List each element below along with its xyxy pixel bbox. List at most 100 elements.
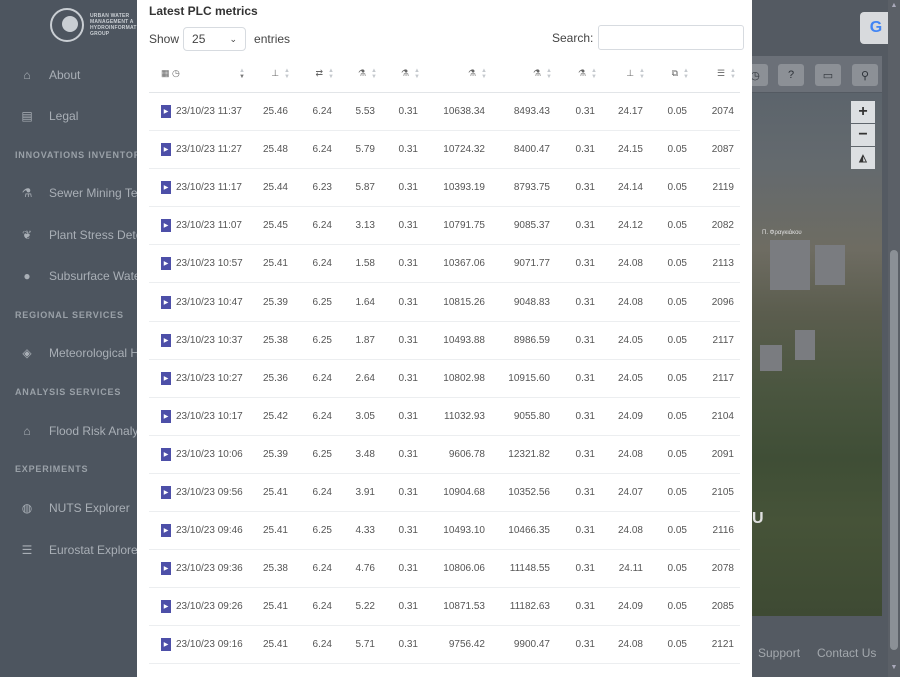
play-icon[interactable]: ▶ xyxy=(161,219,171,233)
play-icon[interactable]: ▶ xyxy=(161,485,171,499)
play-icon[interactable]: ▶ xyxy=(161,524,171,538)
database-icon: ☰ xyxy=(21,543,33,557)
sidebar-item-flood-risk[interactable]: ⌂ Flood Risk Analy xyxy=(20,424,137,438)
table-cell: 0.31 xyxy=(575,563,595,575)
table-row: ▶ 23/10/23 10:47 25.39 6.25 1.64 0.31 10815.26… xyxy=(149,283,740,322)
table-row: ▶ 23/10/23 10:27 25.36 6.24 2.64 0.31 10802.98… xyxy=(149,360,740,398)
play-icon[interactable]: ▶ xyxy=(161,143,171,157)
table-cell: 2105 xyxy=(711,486,734,498)
table-cell: 2119 xyxy=(712,182,734,194)
page-scrollbar-thumb[interactable] xyxy=(890,250,898,650)
table-cell: 0.05 xyxy=(667,563,687,575)
scroll-down-icon[interactable]: ▼ xyxy=(889,664,899,674)
column-header-flask-4[interactable]: ⚗ ▲ ▼ xyxy=(491,55,556,92)
table-cell: 3.91 xyxy=(355,486,375,498)
table-cell: 6.24 xyxy=(312,106,332,118)
sidebar-item-about[interactable]: ⌂ About xyxy=(20,68,80,82)
column-header-count[interactable]: ☰ ▲ ▼ xyxy=(693,55,740,92)
column-header-flask-3[interactable]: ⚗ ▲ ▼ xyxy=(424,55,491,92)
search-input[interactable] xyxy=(598,25,745,50)
zoom-in-button[interactable]: + xyxy=(851,101,875,123)
sidebar-item-subsurface-water[interactable]: ● Subsurface Wate xyxy=(20,269,137,283)
table-cell: 6.24 xyxy=(312,144,332,156)
sidebar-item-meteorological[interactable]: ◈ Meteorological H xyxy=(20,346,137,360)
table-cell: 0.31 xyxy=(398,372,418,384)
table-cell-timestamp: ▶ 23/10/23 11:07 xyxy=(149,219,249,233)
sidebar-section-regional: REGIONAL SERVICES xyxy=(15,310,124,320)
sidebar-item-eurostat-explorer[interactable]: ☰ Eurostat Explorer xyxy=(20,543,137,557)
help-icon[interactable]: ? xyxy=(778,64,804,86)
play-icon[interactable]: ▶ xyxy=(161,181,171,195)
compass-icon[interactable]: ◭ xyxy=(851,147,875,169)
plc-metrics-table: ▦ ◷ ▲ ▼ ⊥ ▲ ▼ ⇄ ▲ ▼ ⚗ ▲ ▼ ⚗ ▲ ▼ ⚗ ▲ ▼ ⚗ ▲ ▼ ⚗ ▲ ▼ ⊥ ▲ ▼ ⧉… xyxy=(149,55,740,665)
play-icon[interactable]: ▶ xyxy=(161,600,171,614)
zoom-out-button[interactable]: − xyxy=(851,124,875,146)
table-cell: 0.31 xyxy=(575,296,595,308)
column-header-thermometer-2[interactable]: ⊥ ▲ ▼ xyxy=(601,55,649,92)
play-icon[interactable]: ▶ xyxy=(161,409,171,423)
sidebar-section-experiments: EXPERIMENTS xyxy=(15,464,89,474)
footer-support-link[interactable]: Support xyxy=(758,646,800,660)
column-header-flask-2[interactable]: ⚗ ▲ ▼ xyxy=(381,55,424,92)
column-header-temperature[interactable]: ⊥ ▲ ▼ xyxy=(249,55,294,92)
monitor-icon[interactable]: ▭ xyxy=(815,64,841,86)
play-icon[interactable]: ▶ xyxy=(161,105,171,119)
table-cell: 0.05 xyxy=(667,372,687,384)
table-cell: 0.05 xyxy=(667,144,687,156)
table-cell: 0.31 xyxy=(575,182,595,194)
sort-icon: ▲ ▼ xyxy=(639,67,645,80)
flask-icon: ⚗ xyxy=(357,68,367,78)
scroll-up-icon[interactable]: ▲ xyxy=(889,2,899,12)
sidebar-item-label: Plant Stress Dete xyxy=(49,228,137,242)
table-cell: 10466.35 xyxy=(508,525,550,537)
table-cell: 24.12 xyxy=(617,220,643,232)
page-length-value: 25 xyxy=(192,32,206,46)
table-cell: 10806.06 xyxy=(443,563,485,575)
show-label: Show xyxy=(149,32,180,46)
table-cell: 0.31 xyxy=(398,334,418,346)
table-cell: 25.46 xyxy=(262,106,288,118)
table-cell: 10915.60 xyxy=(508,372,550,384)
table-cell: 10393.19 xyxy=(443,182,485,194)
table-cell: 25.38 xyxy=(262,334,288,346)
location-pin-icon[interactable]: ⚲ xyxy=(852,64,878,86)
table-cell: 24.09 xyxy=(617,410,643,422)
play-icon[interactable]: ▶ xyxy=(161,295,171,309)
table-cell: 6.25 xyxy=(312,448,332,460)
play-icon[interactable]: ▶ xyxy=(161,638,171,652)
timestamp-text: 23/10/23 09:26 xyxy=(176,601,243,613)
table-body: ▶ 23/10/23 11:37 25.46 6.24 5.53 0.31 10638.34… xyxy=(149,93,740,665)
table-cell: 1.64 xyxy=(355,296,375,308)
column-header-flask-1[interactable]: ⚗ ▲ ▼ xyxy=(338,55,381,92)
map-building xyxy=(795,330,815,360)
column-header-filter[interactable]: ⧉ ▲ ▼ xyxy=(649,55,693,92)
table-cell: 1.58 xyxy=(355,258,375,270)
logo[interactable]: URBAN WATER MANAGEMENT A HYDROINFORMAT G… xyxy=(50,8,137,42)
table-cell: 6.25 xyxy=(312,525,332,537)
table-header: ▦ ◷ ▲ ▼ ⊥ ▲ ▼ ⇄ ▲ ▼ ⚗ ▲ ▼ ⚗ ▲ ▼ ⚗ ▲ ▼ ⚗ ▲ ▼ ⚗ ▲ ▼ ⊥ ▲ ▼ ⧉… xyxy=(149,55,740,93)
table-cell: 10367.06 xyxy=(443,258,485,270)
footer-contact-link[interactable]: Contact Us xyxy=(817,646,876,660)
sidebar-item-plant-stress[interactable]: ❦ Plant Stress Dete xyxy=(20,228,137,242)
page-length-select[interactable]: 25 ⌄ xyxy=(183,27,247,51)
play-icon[interactable]: ▶ xyxy=(161,562,171,576)
column-header-flask-5[interactable]: ⚗ ▲ ▼ xyxy=(556,55,601,92)
house-water-icon: ⌂ xyxy=(23,424,31,438)
play-icon[interactable]: ▶ xyxy=(161,257,171,271)
table-row: ▶ 23/10/23 10:06 25.39 6.25 3.48 0.31 9606.78 1… xyxy=(149,436,740,474)
table-row: ▶ 23/10/23 11:17 25.44 6.23 5.87 0.31 10393.19… xyxy=(149,169,740,208)
column-header-ph[interactable]: ⇄ ▲ ▼ xyxy=(294,55,338,92)
table-cell: 0.05 xyxy=(667,486,687,498)
table-cell: 0.31 xyxy=(398,258,418,270)
sort-icon: ▲ ▼ xyxy=(481,67,487,80)
sidebar-item-sewer-mining[interactable]: ⚗ Sewer Mining Te xyxy=(20,186,137,200)
play-icon[interactable]: ▶ xyxy=(161,447,171,461)
sidebar-item-legal[interactable]: ▤ Legal xyxy=(20,109,78,123)
play-icon[interactable]: ▶ xyxy=(161,333,171,347)
sidebar-item-nuts-explorer[interactable]: ◍ NUTS Explorer xyxy=(20,501,130,515)
table-row: ▶ 23/10/23 10:17 25.42 6.24 3.05 0.31 11032.93… xyxy=(149,398,740,436)
table-cell: 3.05 xyxy=(355,410,375,422)
play-icon[interactable]: ▶ xyxy=(161,371,171,385)
column-header-timestamp[interactable]: ▦ ◷ ▲ ▼ xyxy=(149,55,249,92)
table-cell: 0.05 xyxy=(667,258,687,270)
